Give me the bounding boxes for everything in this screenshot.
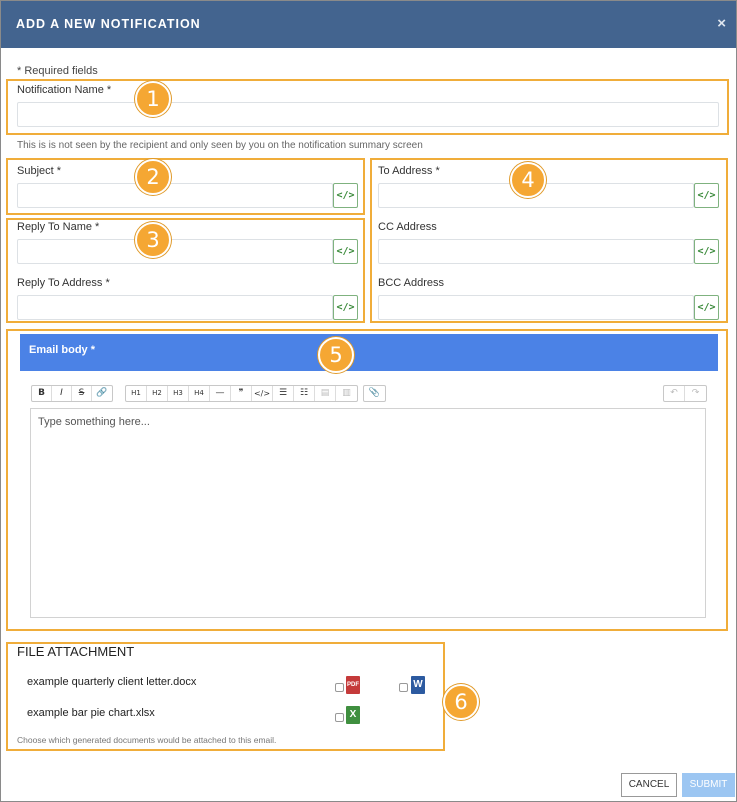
heading-3-icon[interactable]: H3 <box>168 386 189 401</box>
format-toolbar-group-history: ↶ ↷ <box>663 385 707 402</box>
to-address-code-icon[interactable]: </> <box>694 183 719 208</box>
link-icon[interactable]: 🔗 <box>92 386 112 401</box>
quote-icon[interactable]: ❞ <box>231 386 252 401</box>
callout-badge-6: 6 <box>443 684 479 720</box>
file-name-2: example bar pie chart.xlsx <box>27 707 155 719</box>
word-file-icon: W <box>411 676 425 694</box>
file-name-1: example quarterly client letter.docx <box>27 676 197 688</box>
code-icon[interactable]: </> <box>252 386 273 401</box>
file-attachment-help: Choose which generated documents would b… <box>17 735 277 745</box>
reply-to-address-label: Reply To Address * <box>17 277 110 289</box>
undo-icon[interactable]: ↶ <box>664 386 685 401</box>
callout-badge-5: 5 <box>318 337 354 373</box>
cc-address-code-icon[interactable]: </> <box>694 239 719 264</box>
notification-name-help: This is is not seen by the recipient and… <box>17 140 423 151</box>
notification-name-label: Notification Name * <box>17 84 112 96</box>
format-toolbar-group-blocks: H1 H2 H3 H4 — ❞ </> ☰ ☷ ▤ ▥ <box>125 385 358 402</box>
attachment-icon[interactable]: 📎 <box>364 386 385 401</box>
required-fields-note: * Required fields <box>17 65 98 77</box>
to-address-label: To Address * <box>378 165 440 177</box>
email-body-label: Email body * <box>29 344 96 356</box>
reply-to-name-label: Reply To Name * <box>17 221 100 233</box>
callout-badge-4: 4 <box>510 162 546 198</box>
file-2-excel-checkbox[interactable] <box>335 713 344 722</box>
callout-badge-2: 2 <box>135 159 171 195</box>
horizontal-rule-icon[interactable]: — <box>210 386 231 401</box>
subject-input[interactable] <box>17 183 333 208</box>
bcc-address-label: BCC Address <box>378 277 445 289</box>
file-1-word-checkbox[interactable] <box>399 683 408 692</box>
submit-button[interactable]: SUBMIT <box>682 773 735 797</box>
bullet-list-icon[interactable]: ☰ <box>273 386 294 401</box>
subject-code-icon[interactable]: </> <box>333 183 358 208</box>
italic-icon[interactable]: I <box>52 386 72 401</box>
numbered-list-icon[interactable]: ☷ <box>294 386 315 401</box>
reply-to-name-input[interactable] <box>17 239 333 264</box>
cc-address-label: CC Address <box>378 221 437 233</box>
email-body-placeholder: Type something here... <box>38 416 150 428</box>
pdf-file-icon: PDF <box>346 676 360 694</box>
excel-file-icon: X <box>346 706 360 724</box>
format-toolbar-group-attach: 📎 <box>363 385 386 402</box>
outdent-icon[interactable]: ▥ <box>336 386 357 401</box>
subject-label: Subject * <box>17 165 62 177</box>
file-attachment-title: FILE ATTACHMENT <box>17 644 135 659</box>
bcc-address-input[interactable] <box>378 295 694 320</box>
file-1-pdf-checkbox[interactable] <box>335 683 344 692</box>
heading-2-icon[interactable]: H2 <box>147 386 168 401</box>
strikethrough-icon[interactable]: S <box>72 386 92 401</box>
cc-address-input[interactable] <box>378 239 694 264</box>
callout-badge-1: 1 <box>135 81 171 117</box>
heading-1-icon[interactable]: H1 <box>126 386 147 401</box>
bold-icon[interactable]: B <box>32 386 52 401</box>
notification-name-input[interactable] <box>17 102 719 127</box>
reply-to-address-code-icon[interactable]: </> <box>333 295 358 320</box>
format-toolbar-group-text: B I S 🔗 <box>31 385 113 402</box>
reply-to-name-code-icon[interactable]: </> <box>333 239 358 264</box>
close-icon[interactable]: × <box>717 15 726 32</box>
modal-title: ADD A NEW NOTIFICATION <box>16 17 201 31</box>
email-body-editor[interactable]: Type something here... <box>30 408 706 618</box>
bcc-address-code-icon[interactable]: </> <box>694 295 719 320</box>
reply-to-address-input[interactable] <box>17 295 333 320</box>
cancel-button[interactable]: CANCEL <box>621 773 677 797</box>
callout-badge-3: 3 <box>135 222 171 258</box>
indent-icon[interactable]: ▤ <box>315 386 336 401</box>
email-body-header: Email body * <box>20 334 718 371</box>
add-notification-modal: ADD A NEW NOTIFICATION × * Required fiel… <box>0 0 737 802</box>
heading-4-icon[interactable]: H4 <box>189 386 210 401</box>
modal-header: ADD A NEW NOTIFICATION × <box>1 1 736 48</box>
redo-icon[interactable]: ↷ <box>685 386 706 401</box>
